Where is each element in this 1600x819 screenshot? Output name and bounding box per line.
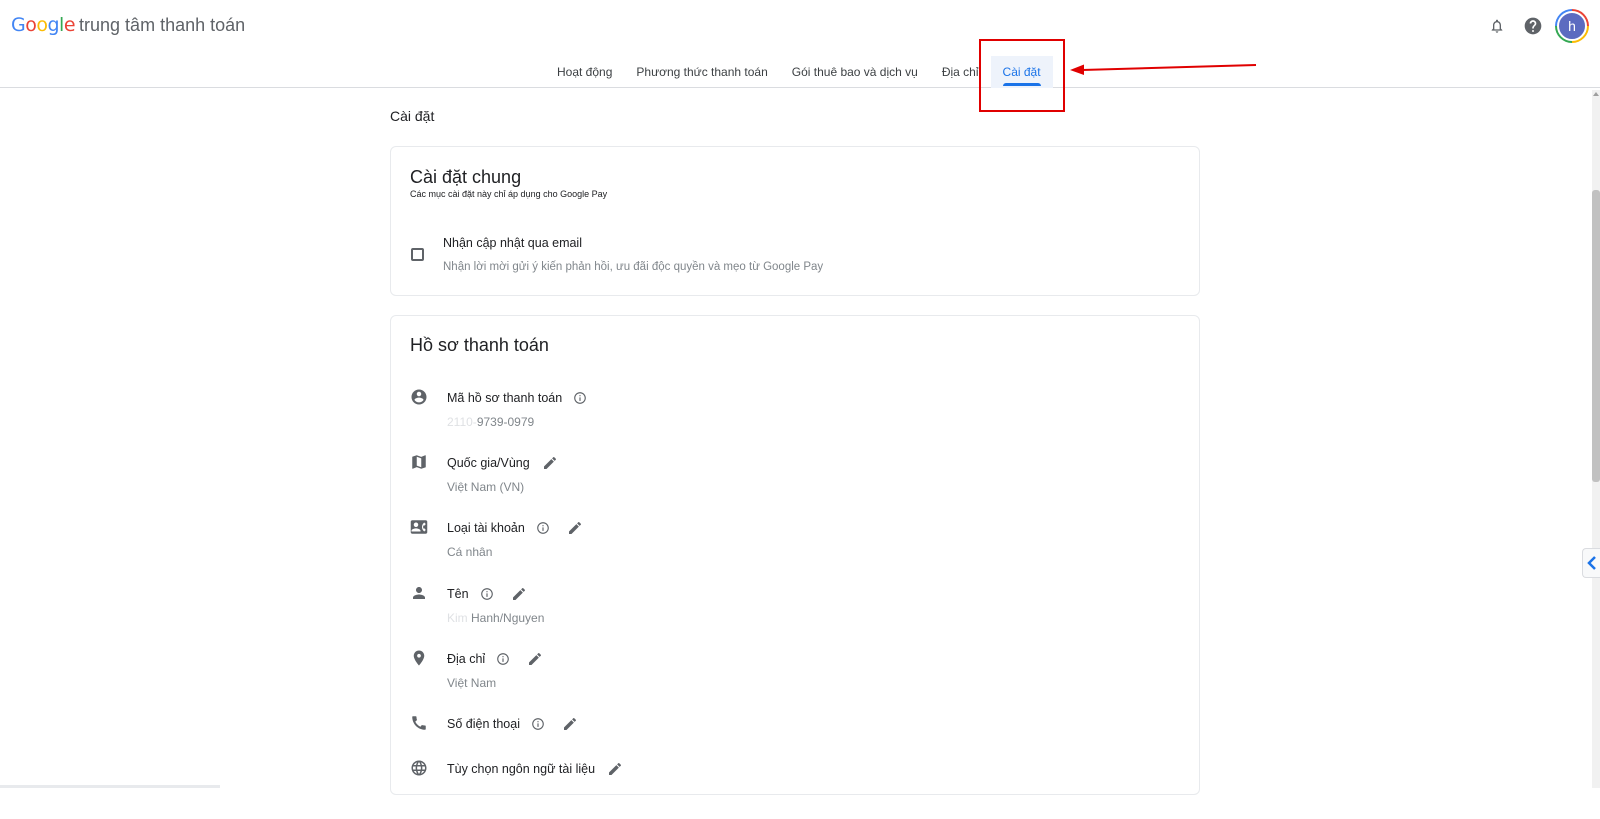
country-label-wrap: Quốc gia/Vùng — [447, 454, 559, 472]
profile-id-row: Mã hồ sơ thanh toán 2110-9739-0979 — [410, 388, 1110, 448]
email-updates-label: Nhận cập nhật qua email — [443, 236, 582, 250]
tab-activity[interactable]: Hoạt động — [545, 56, 624, 88]
scroll-up-arrow-icon[interactable] — [1593, 92, 1599, 96]
scrollbar-thumb[interactable] — [1592, 190, 1600, 482]
name-value: Kim Hanh/Nguyen — [447, 611, 544, 625]
help-icon[interactable] — [1515, 8, 1551, 44]
address-label-wrap: Địa chỉ — [447, 650, 544, 668]
vertical-scrollbar[interactable] — [1592, 90, 1600, 788]
header-actions: h — [1479, 8, 1600, 44]
notifications-bell-icon[interactable] — [1479, 8, 1515, 44]
payments-profile-title: Hồ sơ thanh toán — [410, 335, 549, 356]
account-type-value: Cá nhân — [447, 545, 492, 559]
annotation-arrow — [1070, 56, 1260, 76]
side-panel-toggle[interactable] — [1582, 548, 1600, 578]
address-label: Địa chỉ — [447, 652, 485, 666]
phone-icon — [410, 714, 428, 732]
pencil-edit-icon[interactable] — [526, 650, 544, 668]
main-tabs: Hoạt động Phương thức thanh toán Gói thu… — [545, 56, 1053, 88]
account-circle-icon — [410, 388, 428, 406]
page-title: Cài đặt — [390, 108, 434, 124]
google-wordmark: Google — [11, 14, 75, 36]
profile-id-value-visible: 9739-0979 — [477, 415, 534, 429]
logo-letter: G — [11, 14, 25, 36]
annotation-highlight-box — [979, 39, 1065, 112]
name-label-wrap: Tên — [447, 585, 528, 603]
info-icon[interactable] — [573, 391, 587, 405]
person-icon — [410, 584, 428, 602]
account-type-label-wrap: Loại tài khoản — [447, 519, 584, 537]
pencil-edit-icon[interactable] — [541, 454, 559, 472]
globe-icon — [410, 759, 428, 777]
account-avatar[interactable]: h — [1555, 9, 1589, 43]
general-settings-title: Cài đặt chung — [410, 167, 521, 188]
document-language-label: Tùy chọn ngôn ngữ tài liệu — [447, 762, 595, 776]
contact-card-icon — [410, 518, 428, 536]
profile-id-label: Mã hồ sơ thanh toán — [447, 391, 562, 405]
account-type-label: Loại tài khoản — [447, 521, 525, 535]
logo-letter: o — [36, 14, 47, 36]
app-header: Google trung tâm thanh toán h Hoạt động … — [0, 0, 1600, 88]
general-settings-subtitle: Các mục cài đặt này chỉ áp dụng cho Goog… — [410, 189, 607, 199]
tab-payment-methods[interactable]: Phương thức thanh toán — [624, 56, 779, 88]
logo-letter: o — [25, 14, 36, 36]
account-type-row: Loại tài khoản Cá nhân — [410, 518, 1110, 578]
info-icon[interactable] — [480, 587, 494, 601]
info-icon[interactable] — [536, 521, 550, 535]
profile-id-value: 2110-9739-0979 — [447, 415, 534, 429]
pencil-edit-icon[interactable] — [561, 715, 579, 733]
logo-letter: g — [47, 14, 59, 36]
address-value: Việt Nam — [447, 676, 496, 690]
info-icon[interactable] — [496, 652, 510, 666]
payments-profile-card: Hồ sơ thanh toán Mã hồ sơ thanh toán 211… — [390, 315, 1200, 795]
name-label: Tên — [447, 587, 469, 601]
profile-id-value-redacted: 2110- — [447, 415, 477, 429]
google-payments-logo[interactable]: Google trung tâm thanh toán — [11, 14, 245, 36]
logo-letter: e — [64, 14, 75, 36]
general-settings-card: Cài đặt chung Các mục cài đặt này chỉ áp… — [390, 146, 1200, 296]
profile-id-label-wrap: Mã hồ sơ thanh toán — [447, 389, 587, 407]
pencil-edit-icon[interactable] — [606, 760, 624, 778]
location-pin-icon — [410, 649, 428, 667]
chevron-left-icon — [1587, 556, 1597, 570]
country-value: Việt Nam (VN) — [447, 480, 524, 494]
map-icon — [410, 453, 428, 471]
tab-subscriptions-services[interactable]: Gói thuê bao và dịch vụ — [780, 56, 930, 88]
country-row: Quốc gia/Vùng Việt Nam (VN) — [410, 453, 1110, 513]
name-value-visible: Hanh/Nguyen — [471, 611, 544, 625]
phone-label-wrap: Số điện thoại — [447, 715, 579, 733]
email-updates-checkbox[interactable] — [411, 248, 424, 261]
email-updates-description: Nhận lời mời gửi ý kiến phản hồi, ưu đãi… — [443, 261, 823, 273]
info-icon[interactable] — [531, 717, 545, 731]
address-row: Địa chỉ Việt Nam — [410, 649, 1110, 709]
pencil-edit-icon[interactable] — [566, 519, 584, 537]
phone-label: Số điện thoại — [447, 717, 520, 731]
avatar-letter: h — [1557, 11, 1587, 41]
name-value-redacted: Kim — [447, 611, 471, 625]
name-row: Tên Kim Hanh/Nguyen — [410, 584, 1110, 644]
country-label: Quốc gia/Vùng — [447, 456, 530, 470]
pencil-edit-icon[interactable] — [510, 585, 528, 603]
document-language-row: Tùy chọn ngôn ngữ tài liệu — [410, 759, 1110, 819]
document-language-label-wrap: Tùy chọn ngôn ngữ tài liệu — [447, 760, 624, 778]
product-name: trung tâm thanh toán — [79, 15, 245, 36]
